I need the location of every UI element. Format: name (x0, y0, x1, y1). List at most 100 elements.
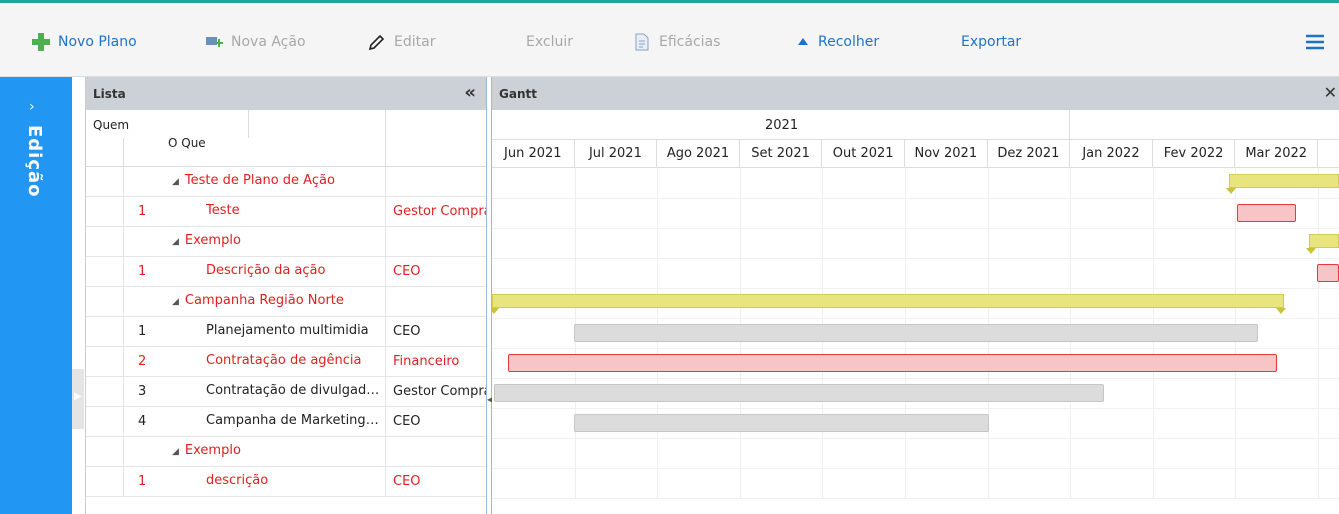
table-row[interactable]: 1 descrição CEO (86, 467, 486, 497)
gantt-month-row: Jun 2021 Jul 2021 Ago 2021 Set 2021 Out 2021… (492, 140, 1339, 168)
recolher-label: Recolher (818, 34, 880, 50)
expand-triangle-icon[interactable]: ◢ (172, 447, 179, 457)
month-header: A (1318, 140, 1339, 168)
excluir-label: Excluir (526, 34, 573, 50)
task-owner: Financeiro (393, 354, 460, 369)
expand-triangle-icon[interactable]: ◢ (172, 297, 179, 307)
month-header: Mar 2022 (1235, 140, 1318, 168)
task-owner: CEO (393, 474, 421, 489)
month-header: Jan 2022 (1070, 140, 1153, 168)
column-header-oque[interactable]: O Que (168, 136, 206, 150)
novo-plano-button[interactable]: Novo Plano (32, 31, 137, 53)
exportar-button[interactable]: Exportar (961, 31, 1021, 53)
task-name: Teste (206, 203, 240, 218)
group-name: ◢ Exemplo (172, 443, 241, 458)
list-rows: ◢ Teste de Plano de Ação 1 Teste Gestor Comp… (86, 167, 486, 497)
eficacias-label: Eficácias (659, 34, 721, 50)
gantt-task-bar[interactable] (574, 324, 1258, 342)
row-number: 4 (138, 414, 147, 429)
task-owner: Gestor Compras (393, 204, 486, 219)
gantt-task-bar[interactable] (1237, 204, 1296, 222)
editar-label: Editar (394, 34, 436, 50)
group-row[interactable]: ◢ Exemplo (86, 227, 486, 257)
month-header: Set 2021 (740, 140, 823, 168)
month-header: Ago 2021 (657, 140, 740, 168)
toolbar: Novo Plano Nova Ação Editar Excluir Efic… (0, 0, 1339, 77)
year-label: 2021 (765, 118, 799, 133)
edit-sidebar[interactable]: › Edição (0, 77, 72, 514)
excluir-button[interactable]: Excluir (526, 31, 573, 53)
gantt-task-bar[interactable] (508, 354, 1277, 372)
gantt-panel: Gantt ✕ 2021 Jun 2021 Jul 2021 Ago 2021 Set… (492, 77, 1339, 514)
hamburger-menu-button[interactable] (1305, 33, 1325, 55)
eficacias-button[interactable]: Eficácias (633, 31, 720, 53)
chevron-right-icon: › (29, 99, 35, 115)
collapse-left-icon[interactable]: « (464, 82, 476, 103)
expand-triangle-icon[interactable]: ◢ (172, 177, 179, 187)
list-column-headers: Quem O Que (86, 110, 486, 167)
recolher-button[interactable]: Recolher (796, 31, 879, 53)
gantt-body (492, 168, 1339, 499)
gantt-summary-bar[interactable] (1229, 174, 1339, 188)
row-number: 1 (138, 264, 147, 279)
task-name: descrição (206, 473, 269, 488)
gantt-task-bar[interactable] (1317, 264, 1339, 282)
table-row[interactable]: 1 Teste Gestor Compras (86, 197, 486, 227)
summary-end-marker (1276, 308, 1286, 314)
month-header: Nov 2021 (905, 140, 988, 168)
task-owner: Gestor Compras (393, 384, 486, 399)
exportar-label: Exportar (961, 34, 1022, 50)
column-header-quem[interactable]: Quem (93, 118, 129, 132)
expand-triangle-icon[interactable]: ◢ (172, 237, 179, 247)
row-number: 3 (138, 384, 147, 399)
list-title: Lista (93, 87, 126, 101)
task-name: Contratação de agência (206, 353, 362, 368)
novo-plano-label: Novo Plano (58, 34, 137, 50)
expand-arrow-icon: ▶ (74, 391, 82, 402)
gantt-title: Gantt (499, 87, 537, 101)
sidebar-label: Edição (24, 125, 45, 198)
summary-start-marker (1226, 188, 1236, 194)
nova-acao-button[interactable]: Nova Ação (205, 31, 306, 53)
summary-start-marker (1306, 248, 1316, 254)
gantt-summary-bar[interactable] (492, 294, 1284, 308)
gantt-task-bar[interactable] (574, 414, 989, 432)
table-row[interactable]: 2 Contratação de agência Financeiro (86, 347, 486, 377)
table-row[interactable]: 1 Planejamento multimidia CEO (86, 317, 486, 347)
row-number: 1 (138, 324, 147, 339)
summary-start-marker (492, 308, 499, 314)
list-panel-header: Lista « (86, 77, 486, 110)
row-number: 2 (138, 354, 147, 369)
group-name: ◢ Campanha Região Norte (172, 293, 344, 308)
group-name: ◢ Exemplo (172, 233, 241, 248)
month-header: Out 2021 (822, 140, 905, 168)
group-row[interactable]: ◢ Campanha Região Norte (86, 287, 486, 317)
gutter: ▶ (72, 77, 85, 514)
table-row[interactable]: 4 Campanha de Marketing di... CEO (86, 407, 486, 437)
table-row[interactable]: 3 Contratação de divulgadores Gestor Compr… (86, 377, 486, 407)
task-owner: CEO (393, 414, 421, 429)
task-owner: CEO (393, 324, 421, 339)
gantt-year-row: 2021 (492, 110, 1339, 140)
group-row[interactable]: ◢ Teste de Plano de Ação (86, 167, 486, 197)
plus-icon (32, 33, 50, 51)
gantt-summary-bar[interactable] (1309, 234, 1339, 248)
task-name: Contratação de divulgadores (206, 383, 382, 398)
list-panel: Lista « Quem O Que ◢ Teste de Plano de Aç… (85, 77, 486, 514)
task-name: Descrição da ação (206, 263, 326, 278)
task-name: Campanha de Marketing di... (206, 413, 382, 428)
add-action-icon (206, 37, 223, 47)
month-header: Fev 2022 (1153, 140, 1236, 168)
gantt-task-bar[interactable] (494, 384, 1104, 402)
month-header: Dez 2021 (988, 140, 1071, 168)
table-row[interactable]: 1 Descrição da ação CEO (86, 257, 486, 287)
month-header: Jul 2021 (575, 140, 658, 168)
expand-tab[interactable]: ▶ (72, 369, 84, 429)
close-icon[interactable]: ✕ (1324, 83, 1337, 102)
pencil-icon (368, 34, 385, 51)
month-header: Jun 2021 (492, 140, 575, 168)
task-name: Planejamento multimidia (206, 323, 369, 338)
editar-button[interactable]: Editar (368, 31, 435, 53)
gantt-panel-header: Gantt ✕ (492, 77, 1339, 110)
group-row[interactable]: ◢ Exemplo (86, 437, 486, 467)
